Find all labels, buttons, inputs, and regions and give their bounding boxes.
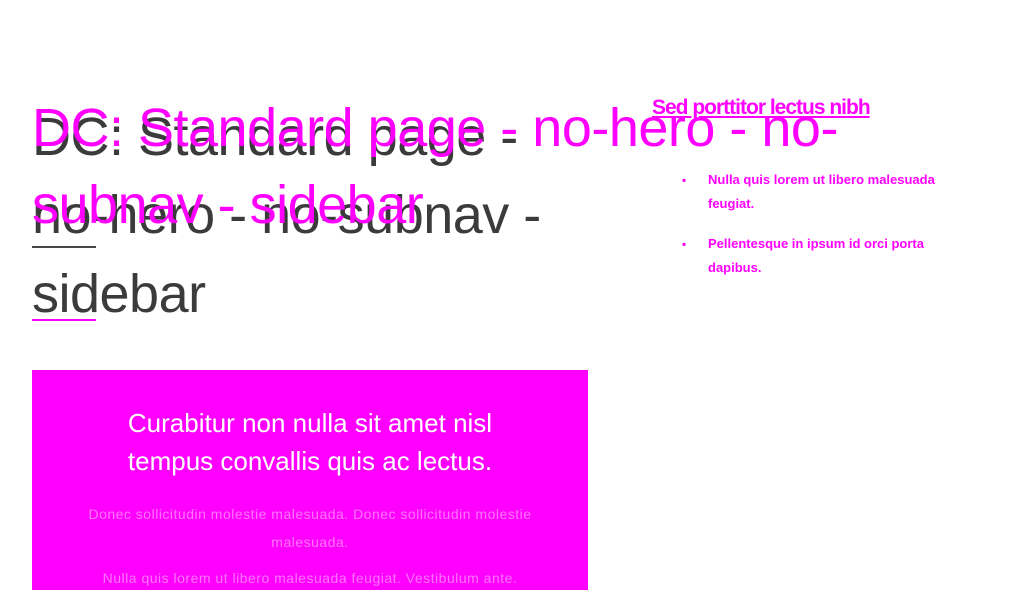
bullet-icon: ▪ <box>682 173 687 187</box>
list-item-text: Nulla quis lorem ut libero malesuada feu… <box>708 172 935 211</box>
title-divider-ghost <box>32 246 96 248</box>
title-divider <box>32 319 96 321</box>
callout-block: Curabitur non nulla sit amet nisl tempus… <box>32 370 588 590</box>
callout-paragraph: Donec sollicitudin molestie malesuada. D… <box>88 506 532 550</box>
sidebar-list: ▪ Nulla quis lorem ut libero malesuada f… <box>682 168 978 296</box>
bullet-icon: ▪ <box>682 237 687 251</box>
callout-paragraph-2: Nulla quis lorem ut libero malesuada feu… <box>102 570 518 586</box>
list-item: ▪ Pellentesque in ipsum id orci porta da… <box>682 232 978 280</box>
sidebar-heading-text: Sed porttitor lectus nibh <box>652 96 871 119</box>
list-item-text: Pellentesque in ipsum id orci porta dapi… <box>708 236 924 275</box>
list-item: ▪ Nulla quis lorem ut libero malesuada f… <box>682 168 978 216</box>
sidebar-heading[interactable]: Sed porttitor lectus nibh <box>652 96 871 120</box>
callout-heading: Curabitur non nulla sit amet nisl tempus… <box>127 408 493 476</box>
